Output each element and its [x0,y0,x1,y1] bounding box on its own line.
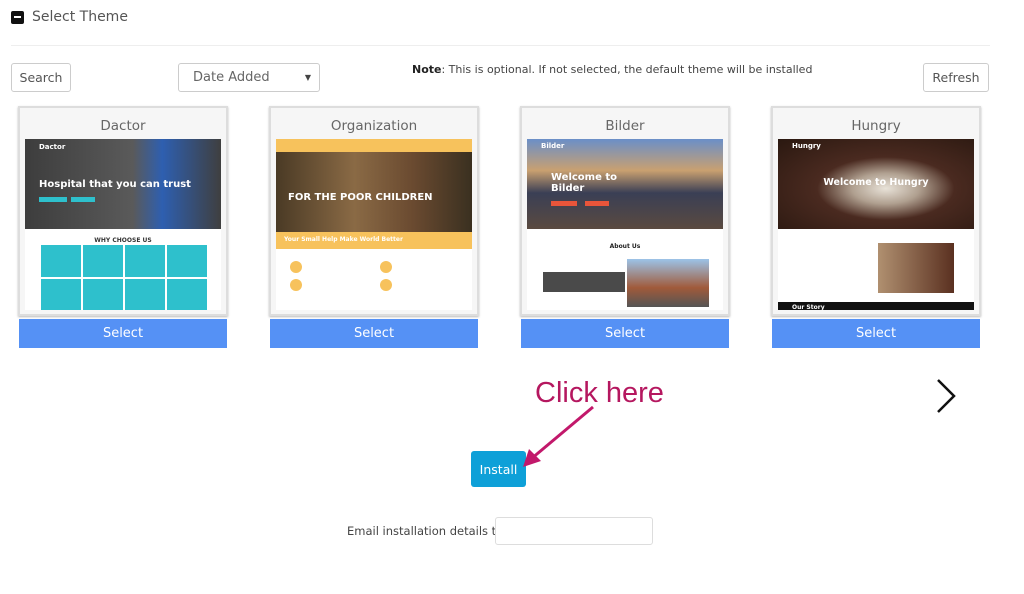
dropdown-arrow-icon: ▼ [304,73,311,82]
theme-card-bilder[interactable]: Bilder Bilder Welcome to Bilder About Us [520,106,730,316]
email-label: Email installation details to : [347,524,511,538]
section-header[interactable]: Select Theme [11,9,128,25]
select-button-bilder[interactable]: Select [521,319,729,348]
theme-preview: Hungry Welcome to Hungry Our Story [778,139,974,310]
collapse-minus-icon[interactable] [11,10,24,24]
sort-value: Date Added [193,70,270,85]
theme-preview: Dactor Hospital that you can trust WHY C… [25,139,221,310]
theme-card-dactor[interactable]: Dactor Dactor Hospital that you can trus… [18,106,228,316]
theme-card-hungry[interactable]: Hungry Hungry Welcome to Hungry Our Stor… [771,106,981,316]
sort-select[interactable]: Date Added ▼ [178,63,320,92]
divider [11,45,990,46]
theme-preview: Bilder Welcome to Bilder About Us [527,139,723,310]
annotation-arrow-icon [523,405,594,467]
theme-name: Hungry [851,118,901,134]
next-arrow-icon[interactable] [930,377,960,415]
theme-card-organization[interactable]: Organization FOR THE POOR CHILDREN Your … [269,106,479,316]
section-title: Select Theme [32,9,128,25]
theme-name: Bilder [605,118,645,134]
theme-name: Dactor [100,118,146,134]
email-input[interactable] [495,517,653,545]
theme-preview: FOR THE POOR CHILDREN Your Small Help Ma… [276,139,472,310]
search-button[interactable]: Search [11,63,71,92]
note-text: Note: This is optional. If not selected,… [412,63,813,76]
theme-name: Organization [330,118,418,134]
select-button-organization[interactable]: Select [270,319,478,348]
select-button-hungry[interactable]: Select [772,319,980,348]
refresh-button[interactable]: Refresh [923,63,989,92]
select-button-dactor[interactable]: Select [19,319,227,348]
